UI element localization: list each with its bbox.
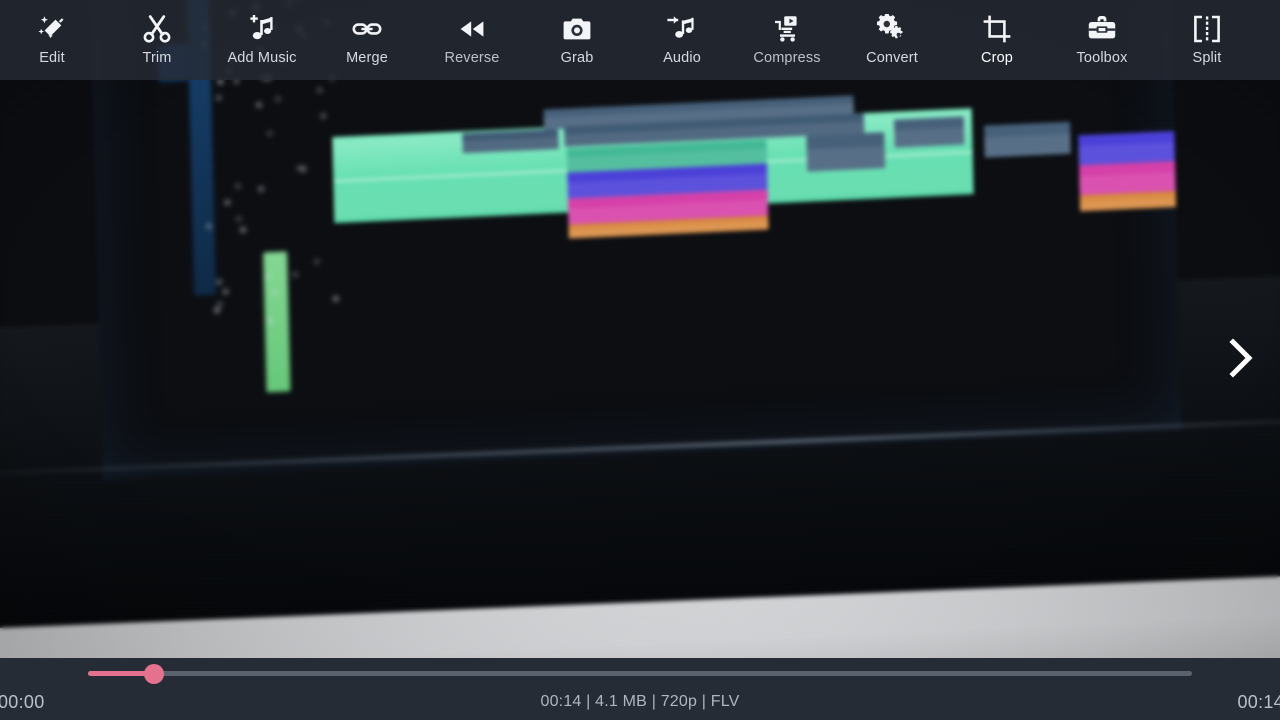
toolbox-icon xyxy=(1087,14,1117,44)
nle-audio-track xyxy=(1078,129,1182,166)
toolbar-item-label: Compress xyxy=(753,50,821,66)
toolbar-item-label: Add Music xyxy=(227,50,297,66)
nle-audio-track xyxy=(984,121,1071,158)
link-icon xyxy=(352,14,382,44)
toolbar-item-grab[interactable]: Grab xyxy=(525,0,629,80)
toolbar-item-label: Grab xyxy=(560,50,594,66)
total-time-label: 00:14 xyxy=(1237,692,1280,712)
video-editor-screen: Rodrigo cons.MP4 [V]Javier cons.MP4 [V]E… xyxy=(0,0,1280,720)
nle-audio-track xyxy=(1079,159,1182,196)
nle-audio-track xyxy=(893,116,965,148)
file-info-label: 00:14 | 4.1 MB | 720p | FLV xyxy=(540,693,740,710)
toolbar-item-label: Trim xyxy=(142,50,172,66)
toolbar-item-reverse[interactable]: Reverse xyxy=(420,0,524,80)
toolbar-item-crop[interactable]: Crop xyxy=(945,0,1049,80)
toolbar-item-split[interactable]: Split xyxy=(1155,0,1259,80)
split-icon xyxy=(1192,14,1222,44)
toolbar-item-label: Merge xyxy=(346,50,388,66)
next-page-button[interactable] xyxy=(1214,334,1266,386)
toolbar-item-trim[interactable]: Trim xyxy=(105,0,209,80)
toolbar-item-add-music[interactable]: Add Music xyxy=(210,0,314,80)
toolbar-item-label: Crop xyxy=(980,50,1014,66)
toolbar-item-label: Reverse xyxy=(444,50,500,66)
toolbar-item-edit[interactable]: Edit xyxy=(0,0,104,80)
seek-thumb[interactable] xyxy=(144,664,165,684)
toolbar-item-label: Toolbox xyxy=(1076,50,1128,66)
toolbar-item-merge[interactable]: Merge xyxy=(315,0,419,80)
chevron-right-icon xyxy=(1225,336,1255,385)
toolbar-item-convert[interactable]: Convert xyxy=(840,0,944,80)
extract-audio-icon xyxy=(667,14,697,44)
gears-icon xyxy=(877,14,907,44)
nle-audio-track xyxy=(806,132,886,172)
video-preview-background: Rodrigo cons.MP4 [V]Javier cons.MP4 [V]E… xyxy=(0,0,1280,720)
seek-bar[interactable] xyxy=(88,664,1192,684)
toolbar-item-toolbox[interactable]: Toolbox xyxy=(1050,0,1154,80)
scissors-icon xyxy=(142,14,172,44)
add-music-icon xyxy=(247,14,277,44)
rewind-icon xyxy=(457,14,487,44)
crop-icon xyxy=(982,14,1012,44)
editor-toolbar: Edit Trim Add Music Merge Reverse Grab A… xyxy=(0,0,1280,80)
compress-icon xyxy=(772,14,802,44)
toolbar-item-label: Edit xyxy=(39,50,65,66)
seek-track[interactable] xyxy=(88,671,1192,676)
toolbar-item-label: Convert xyxy=(866,50,918,66)
toolbar-item-label: Split xyxy=(1192,50,1222,66)
toolbar-item-audio[interactable]: Audio xyxy=(630,0,734,80)
magic-wand-icon xyxy=(37,14,67,44)
toolbar-item-label: Audio xyxy=(663,50,701,66)
camera-icon xyxy=(562,14,592,44)
player-bottom-bar: 00:00 00:14 | 4.1 MB | 720p | FLV 00:14 xyxy=(0,658,1280,720)
player-info-row: 00:00 00:14 | 4.1 MB | 720p | FLV 00:14 xyxy=(0,688,1280,720)
nle-audio-track xyxy=(462,128,559,154)
toolbar-item-compress[interactable]: Compress xyxy=(735,0,839,80)
